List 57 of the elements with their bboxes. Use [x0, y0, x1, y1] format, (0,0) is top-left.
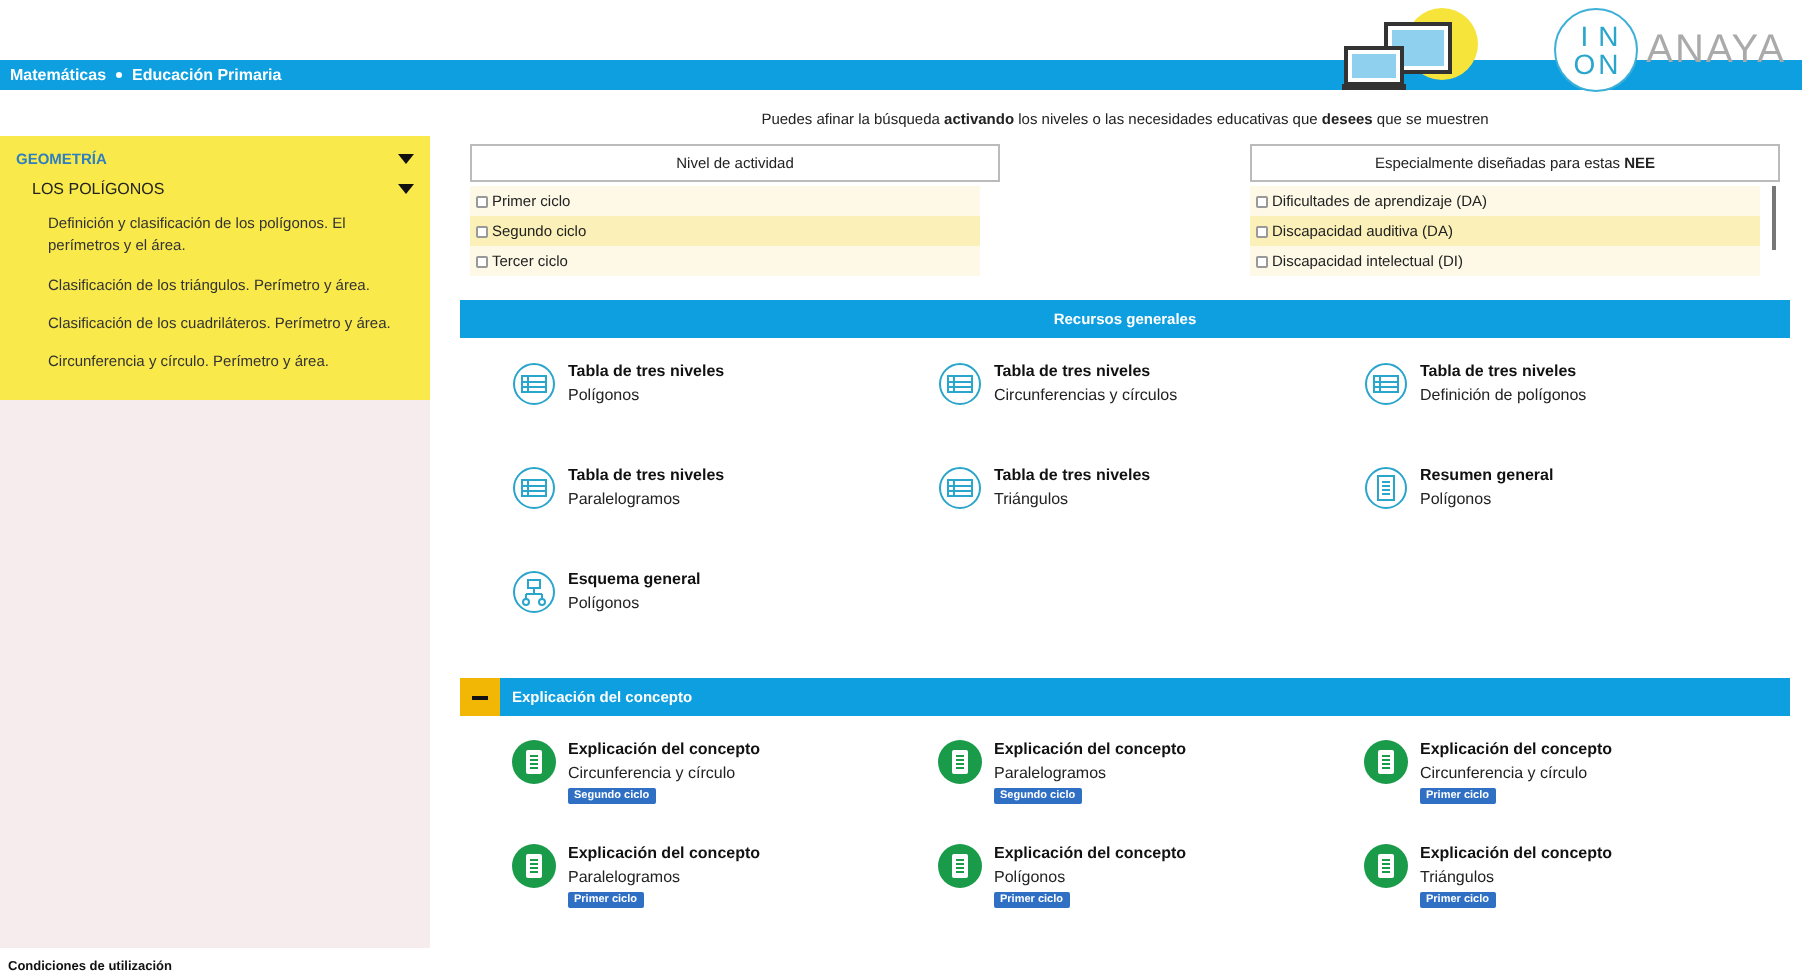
resource-subtitle: Paralelogramos	[568, 868, 683, 886]
resource-title[interactable]: Tabla de tres niveles	[1420, 362, 1587, 380]
resource-title[interactable]: Explicación del concepto	[568, 740, 761, 758]
resource-subtitle: Paralelogramos	[994, 764, 1109, 782]
resource-subtitle: Polígonos	[568, 594, 642, 612]
logo-letter: I	[1580, 22, 1589, 50]
resource-title[interactable]: Explicación del concepto	[994, 740, 1187, 758]
table-icon	[1364, 362, 1408, 406]
devices-drawing	[1342, 8, 1482, 96]
resource-title[interactable]: Explicación del concepto	[1420, 844, 1613, 862]
resource-subtitle: Definición de polígonos	[1420, 386, 1587, 404]
resource-title[interactable]: Explicación del concepto	[994, 844, 1187, 862]
checkbox[interactable]	[1256, 225, 1268, 237]
logo-letter: N	[1598, 22, 1619, 50]
caret-icon[interactable]	[398, 184, 414, 194]
document-icon	[1364, 740, 1408, 784]
diagram-icon	[512, 570, 556, 614]
logo-letter: N	[1598, 50, 1619, 78]
resource-subtitle: Circunferencias y círculos	[994, 386, 1178, 404]
resource-title[interactable]: Tabla de tres niveles	[568, 466, 725, 484]
resource-subtitle: Circunferencia y círculo	[568, 764, 738, 782]
resource-subtitle: Polígonos	[1420, 490, 1494, 508]
checkbox[interactable]	[1256, 255, 1268, 267]
resource-subtitle: Circunferencia y círculo	[1420, 764, 1590, 782]
document-icon	[938, 740, 982, 784]
resource-subtitle: Polígonos	[994, 868, 1068, 886]
resource-title[interactable]: Tabla de tres niveles	[994, 362, 1178, 380]
table-icon	[938, 466, 982, 510]
resource-title[interactable]: Tabla de tres niveles	[568, 362, 725, 380]
resource-subtitle: Triángulos	[994, 490, 1071, 508]
table-icon	[512, 362, 556, 406]
collapse-button[interactable]	[460, 678, 500, 716]
resource-subtitle: Triángulos	[1420, 868, 1497, 886]
resource-title[interactable]: Resumen general	[1420, 466, 1554, 484]
document-icon	[1364, 844, 1408, 888]
resource-subtitle: Polígonos	[568, 386, 642, 404]
caret-icon[interactable]	[398, 154, 414, 164]
brand-name: ANAYA	[1646, 27, 1786, 73]
resource-subtitle: Paralelogramos	[568, 490, 683, 508]
resource-title[interactable]: Tabla de tres niveles	[994, 466, 1151, 484]
document-icon	[938, 844, 982, 888]
checkbox[interactable]	[476, 255, 488, 267]
checkbox[interactable]	[476, 225, 488, 237]
table-icon	[512, 466, 556, 510]
tree-item[interactable]: LOS POLÍGONOS	[32, 180, 165, 198]
separator-dot	[116, 72, 123, 78]
document-icon	[1364, 466, 1408, 510]
checkbox[interactable]	[1256, 195, 1268, 207]
resource-title[interactable]: Explicación del concepto	[568, 844, 761, 862]
scrollbar[interactable]	[1772, 186, 1776, 250]
resource-title[interactable]: Esquema general	[568, 570, 701, 588]
table-icon	[938, 362, 982, 406]
logo-letter: O	[1573, 50, 1596, 78]
document-icon	[512, 844, 556, 888]
checkbox[interactable]	[476, 195, 488, 207]
resource-title[interactable]: Explicación del concepto	[1420, 740, 1613, 758]
document-icon	[512, 740, 556, 784]
